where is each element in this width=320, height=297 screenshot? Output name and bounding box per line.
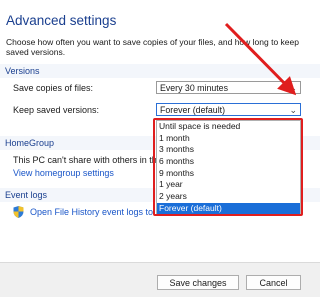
save-changes-button[interactable]: Save changes bbox=[157, 275, 239, 290]
annotation-arrow-icon bbox=[224, 22, 297, 96]
cancel-button[interactable]: Cancel bbox=[246, 275, 301, 290]
advanced-settings-window: Advanced settings Choose how often you w… bbox=[0, 0, 320, 297]
footer-bar: Save changes Cancel bbox=[0, 262, 320, 297]
